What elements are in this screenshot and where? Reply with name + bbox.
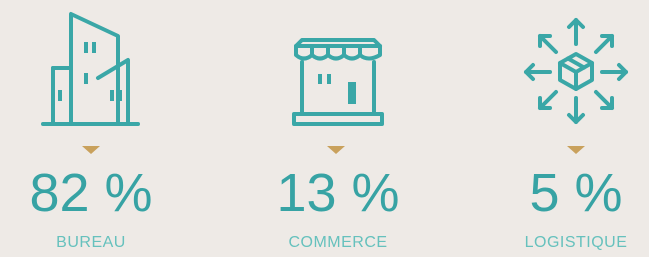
caret-down-icon	[567, 146, 585, 154]
stat-logistique: 5 % LOGISTIQUE	[476, 0, 649, 257]
logistics-box-arrows-icon	[524, 18, 628, 124]
storefront-icon	[292, 38, 384, 126]
stat-value: 13 %	[276, 163, 400, 223]
office-building-icon	[41, 12, 140, 126]
caret-down-icon	[327, 146, 345, 154]
stat-value: 5 %	[529, 163, 623, 223]
stat-bureau: 82 % BUREAU	[0, 0, 191, 257]
caret-down-icon	[82, 146, 100, 154]
stat-label: BUREAU	[56, 234, 126, 251]
stat-commerce: 13 % COMMERCE	[238, 0, 438, 257]
stat-value: 82 %	[29, 163, 153, 223]
stat-label: COMMERCE	[288, 234, 388, 251]
stat-label: LOGISTIQUE	[524, 234, 628, 251]
